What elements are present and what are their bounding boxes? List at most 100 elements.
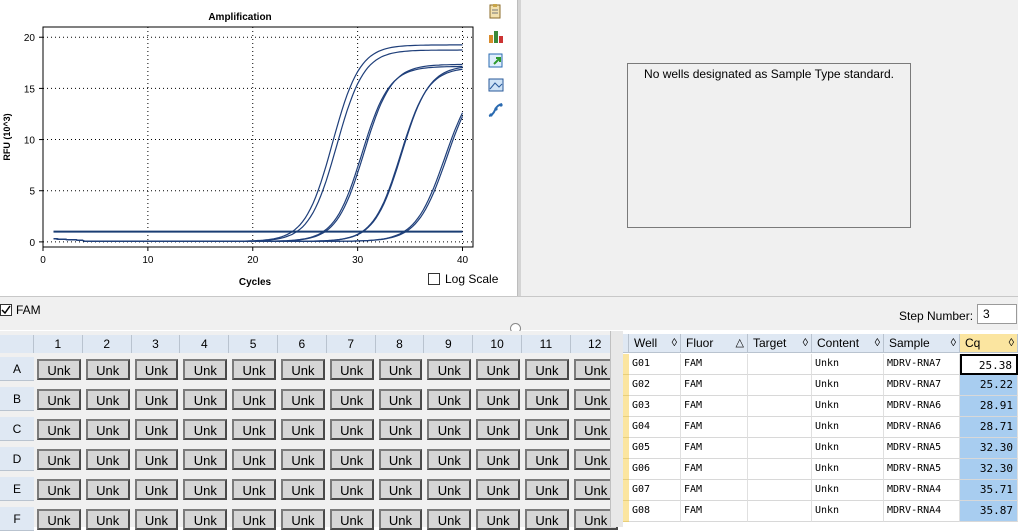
plate-well[interactable]: Unk <box>476 419 520 440</box>
column-header-well[interactable]: Well ◊ <box>629 334 681 353</box>
table-cell-fluor[interactable]: FAM <box>681 417 748 438</box>
plate-well[interactable]: Unk <box>378 359 423 380</box>
plate-well[interactable]: Unk <box>378 419 423 440</box>
table-cell-content[interactable]: Unkn <box>812 438 884 459</box>
plate-well[interactable]: Unk <box>183 389 228 410</box>
plate-well[interactable]: Unk <box>134 419 179 440</box>
table-cell-sample[interactable]: MDRV-RNA6 <box>884 417 960 438</box>
fam-checkbox[interactable] <box>0 304 12 316</box>
table-cell-cq[interactable]: 25.22 <box>960 375 1018 396</box>
plate-well[interactable]: Unk <box>232 449 276 470</box>
sort-icon[interactable]: ◊ <box>672 334 677 353</box>
plate-well[interactable]: Unk <box>525 479 569 500</box>
table-cell-well[interactable]: G01 <box>629 354 681 375</box>
table-cell-fluor[interactable]: FAM <box>681 354 748 375</box>
table-cell-content[interactable]: Unkn <box>812 480 884 501</box>
table-cell-fluor[interactable]: FAM <box>681 438 748 459</box>
table-cell-fluor[interactable]: FAM <box>681 375 748 396</box>
plate-well[interactable]: Unk <box>85 389 130 410</box>
column-header-sample[interactable]: Sample ◊ <box>884 334 960 353</box>
table-cell-well[interactable]: G06 <box>629 459 681 480</box>
trend-icon[interactable] <box>487 101 505 119</box>
plate-well[interactable]: Unk <box>378 389 423 410</box>
plate-well[interactable]: Unk <box>329 479 374 500</box>
plate-well[interactable]: Unk <box>134 479 179 500</box>
table-cell-cq[interactable]: 32.30 <box>960 438 1018 459</box>
plate-column-header[interactable]: 6 <box>278 335 327 353</box>
plate-well[interactable]: Unk <box>37 419 81 440</box>
table-cell-well[interactable]: G02 <box>629 375 681 396</box>
plate-well[interactable]: Unk <box>427 359 472 380</box>
plate-well[interactable]: Unk <box>232 419 276 440</box>
plate-column-header[interactable]: 3 <box>131 335 181 353</box>
plate-well[interactable]: Unk <box>476 389 520 410</box>
plate-well[interactable]: Unk <box>183 449 228 470</box>
plate-column-header[interactable]: 9 <box>424 335 474 353</box>
plate-column-header[interactable]: 2 <box>82 335 132 353</box>
image-icon[interactable] <box>487 76 505 94</box>
plate-well[interactable]: Unk <box>378 449 423 470</box>
plate-row-header[interactable]: B <box>0 387 34 411</box>
plate-row-header[interactable]: A <box>0 357 34 381</box>
table-cell-content[interactable]: Unkn <box>812 501 884 522</box>
plate-well[interactable]: Unk <box>476 359 520 380</box>
table-cell-cq[interactable]: 35.87 <box>960 501 1018 522</box>
table-cell-content[interactable]: Unkn <box>812 375 884 396</box>
sort-icon[interactable]: ◊ <box>803 334 808 353</box>
table-cell-target[interactable] <box>748 480 812 501</box>
plate-well[interactable]: Unk <box>525 389 569 410</box>
table-cell-fluor[interactable]: FAM <box>681 501 748 522</box>
amplification-chart[interactable]: Amplification Cycles RFU (10^3) 0 10 20 30 4… <box>0 0 517 296</box>
table-cell-well[interactable]: G03 <box>629 396 681 417</box>
table-cell-target[interactable] <box>748 375 812 396</box>
table-cell-content[interactable]: Unkn <box>812 459 884 480</box>
table-cell-target[interactable] <box>748 438 812 459</box>
table-cell-sample[interactable]: MDRV-RNA4 <box>884 501 960 522</box>
plate-well[interactable]: Unk <box>232 479 276 500</box>
table-cell-content[interactable]: Unkn <box>812 417 884 438</box>
plate-well[interactable]: Unk <box>525 449 569 470</box>
plate-well[interactable]: Unk <box>427 449 472 470</box>
table-cell-sample[interactable]: MDRV-RNA5 <box>884 438 960 459</box>
plate-row-header[interactable]: D <box>0 447 34 471</box>
plate-column-header[interactable]: 7 <box>326 335 376 353</box>
table-cell-sample[interactable]: MDRV-RNA7 <box>884 375 960 396</box>
plate-well[interactable]: Unk <box>281 449 325 470</box>
column-header-fluor[interactable]: Fluor △ <box>681 334 748 353</box>
plate-row-header[interactable]: F <box>0 507 34 531</box>
plate-well[interactable]: Unk <box>525 359 569 380</box>
table-cell-target[interactable] <box>748 459 812 480</box>
plate-well[interactable]: Unk <box>183 479 228 500</box>
table-cell-cq[interactable]: 28.91 <box>960 396 1018 417</box>
plate-well[interactable]: Unk <box>525 419 569 440</box>
plate-well[interactable]: Unk <box>85 449 130 470</box>
table-cell-well[interactable]: G05 <box>629 438 681 459</box>
sort-icon[interactable]: ◊ <box>951 334 956 353</box>
plate-well[interactable]: Unk <box>134 359 179 380</box>
plate-well[interactable]: Unk <box>37 359 81 380</box>
table-cell-content[interactable]: Unkn <box>812 354 884 375</box>
plate-well[interactable]: Unk <box>329 419 374 440</box>
plate-well[interactable]: Unk <box>427 419 472 440</box>
table-cell-target[interactable] <box>748 501 812 522</box>
plate-column-header[interactable]: 4 <box>180 335 230 353</box>
chart-settings-icon[interactable] <box>487 27 505 45</box>
plate-well[interactable]: Unk <box>427 479 472 500</box>
table-cell-cq[interactable]: 32.30 <box>960 459 1018 480</box>
fam-toggle[interactable]: FAM <box>0 303 41 317</box>
plate-well[interactable]: Unk <box>378 479 423 500</box>
plate-well[interactable]: Unk <box>37 389 81 410</box>
plate-well[interactable]: Unk <box>134 449 179 470</box>
table-cell-sample[interactable]: MDRV-RNA4 <box>884 480 960 501</box>
plate-well[interactable]: Unk <box>281 419 325 440</box>
plate-well[interactable]: Unk <box>329 359 374 380</box>
log-scale-checkbox[interactable] <box>428 273 440 285</box>
table-cell-target[interactable] <box>748 354 812 375</box>
table-cell-sample[interactable]: MDRV-RNA5 <box>884 459 960 480</box>
plate-well[interactable]: Unk <box>85 359 130 380</box>
plate-well[interactable]: Unk <box>232 359 276 380</box>
table-cell-sample[interactable]: MDRV-RNA6 <box>884 396 960 417</box>
table-cell-target[interactable] <box>748 417 812 438</box>
plate-well[interactable]: Unk <box>134 389 179 410</box>
plate-well[interactable]: Unk <box>37 479 81 500</box>
